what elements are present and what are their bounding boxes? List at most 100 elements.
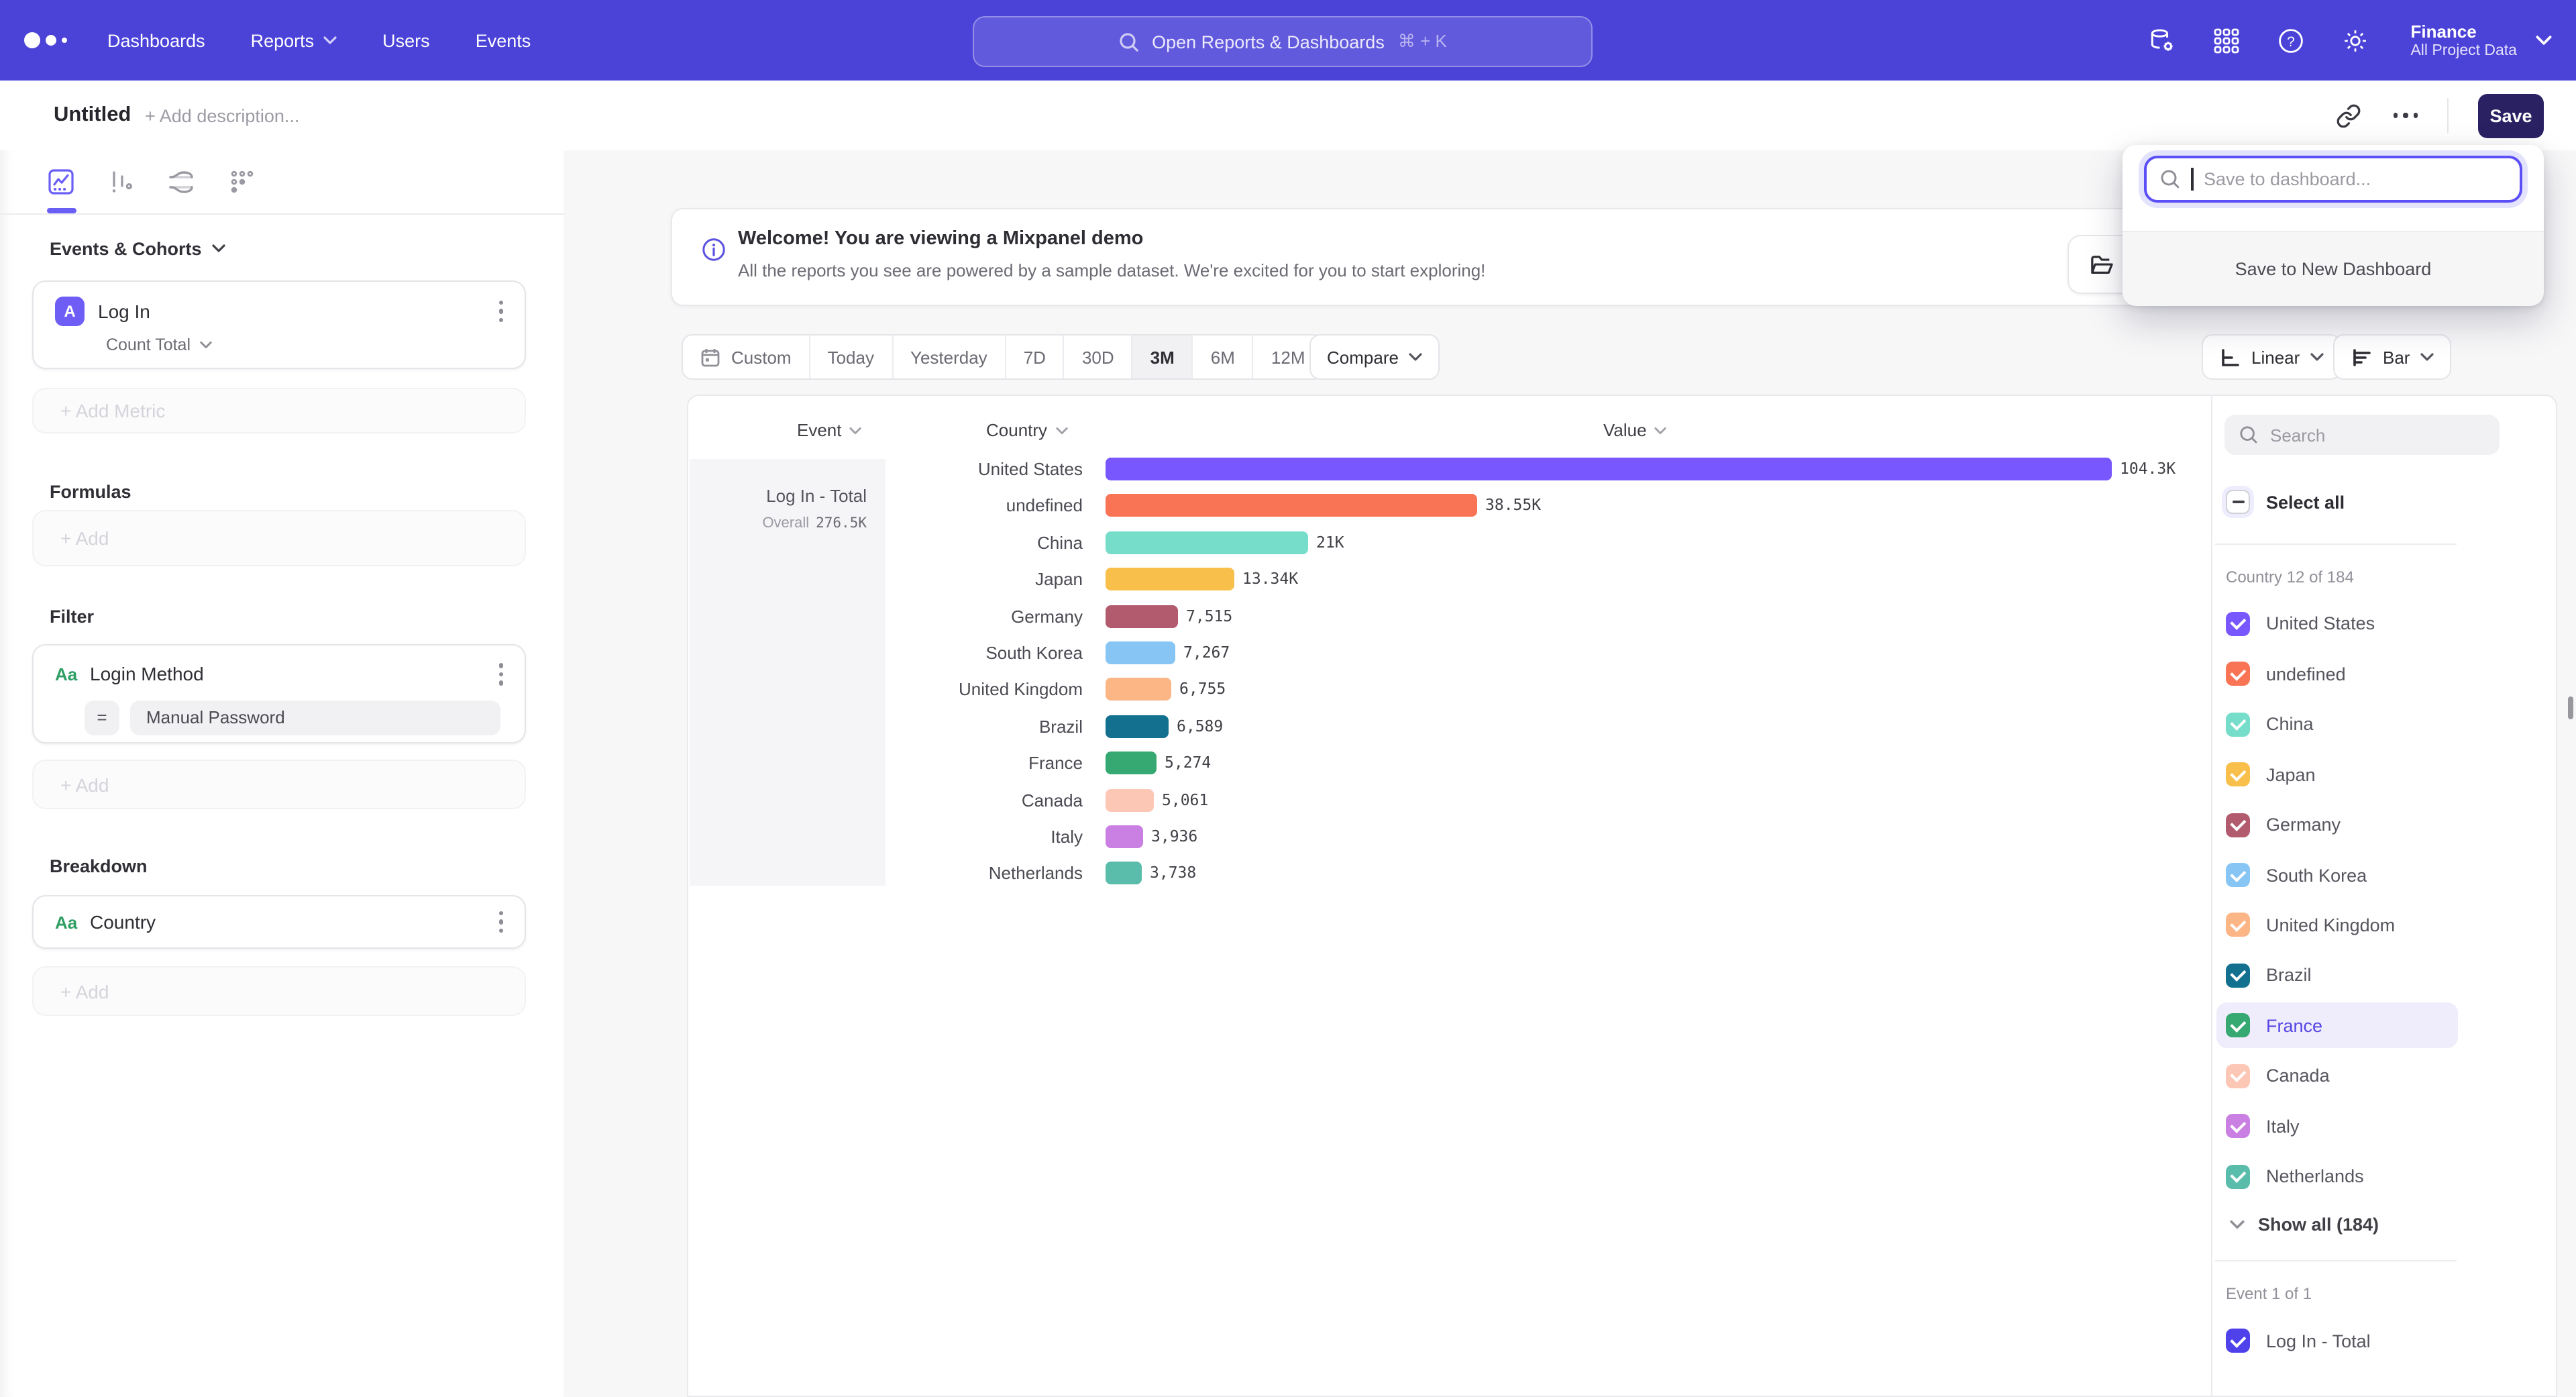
breakdown-item-log-in-total[interactable]: Log In - Total xyxy=(2216,1318,2458,1363)
divider xyxy=(2215,1260,2457,1261)
checkbox-checked[interactable] xyxy=(2226,611,2250,635)
copy-link-button[interactable] xyxy=(2334,101,2363,130)
save-to-new-dashboard-option[interactable]: Save to New Dashboard xyxy=(2123,231,2544,306)
chart-toolbar: CustomTodayYesterday7D30D3M6M12M Compare… xyxy=(0,334,2576,380)
breakdown-item-canada[interactable]: Canada xyxy=(2216,1053,2458,1099)
range-30d[interactable]: 30D xyxy=(1065,335,1133,378)
breakdown-item-china[interactable]: China xyxy=(2216,701,2458,747)
save-button[interactable]: Save xyxy=(2478,93,2544,138)
breakdown-item-brazil[interactable]: Brazil xyxy=(2216,953,2458,998)
global-search-button[interactable]: Open Reports & Dashboards ⌘ + K xyxy=(973,16,1593,67)
breakdown-item-undefined[interactable]: undefined xyxy=(2216,651,2458,696)
checkbox-checked[interactable] xyxy=(2226,1115,2250,1139)
mixpanel-logo[interactable] xyxy=(24,32,78,48)
add-formula-button[interactable]: + Add xyxy=(32,510,526,566)
bar-segment[interactable] xyxy=(1106,531,1308,554)
bar-category-label: Italy xyxy=(688,819,1083,856)
checkbox-checked[interactable] xyxy=(2226,813,2250,837)
events-cohorts-header[interactable]: Events & Cohorts xyxy=(50,236,226,260)
scrollbar-thumb[interactable] xyxy=(2568,696,2573,719)
insights-tab-icon[interactable] xyxy=(42,162,79,202)
bar-segment[interactable] xyxy=(1106,495,1477,517)
range-yesterday[interactable]: Yesterday xyxy=(893,335,1006,378)
page-title[interactable]: Untitled xyxy=(54,103,131,127)
global-search-placeholder: Open Reports & Dashboards xyxy=(1152,32,1385,52)
kebab-menu-icon[interactable] xyxy=(496,298,506,325)
checkbox-checked[interactable] xyxy=(2226,762,2250,786)
bar-chart: United States104.3Kundefined38.55KChina2… xyxy=(688,451,2211,907)
column-header-event[interactable]: Event xyxy=(797,420,862,440)
filter-property-name[interactable]: Login Method xyxy=(90,664,204,685)
column-header-value[interactable]: Value xyxy=(1603,420,1667,440)
filter-card[interactable]: Aa Login Method = Manual Password xyxy=(32,644,526,743)
range-today[interactable]: Today xyxy=(810,335,893,378)
show-all-button[interactable]: Show all (184) xyxy=(2212,1201,2481,1247)
save-dashboard-search-input[interactable]: Save to dashboard... xyxy=(2144,156,2522,203)
filter-operator[interactable]: = xyxy=(85,700,119,735)
checkbox-checked[interactable] xyxy=(2226,662,2250,686)
settings-gear-icon[interactable] xyxy=(2341,25,2370,55)
breakdown-item-netherlands[interactable]: Netherlands xyxy=(2216,1154,2458,1200)
add-filter-button[interactable]: + Add xyxy=(32,760,526,809)
breakdown-item-united-states[interactable]: United States xyxy=(2216,601,2458,646)
add-description-placeholder[interactable]: + Add description... xyxy=(145,106,299,126)
breakdown-card[interactable]: Aa Country xyxy=(32,895,526,949)
bar-segment[interactable] xyxy=(1106,641,1175,664)
project-switcher[interactable]: Finance All Project Data xyxy=(2410,21,2552,60)
bar-segment[interactable] xyxy=(1106,715,1169,738)
range-7d[interactable]: 7D xyxy=(1006,335,1065,378)
bar-segment[interactable] xyxy=(1106,788,1154,811)
bar-segment[interactable] xyxy=(1106,568,1234,590)
bar-segment[interactable] xyxy=(1106,605,1178,627)
compare-button[interactable]: Compare xyxy=(1309,334,1440,380)
breakdown-item-italy[interactable]: Italy xyxy=(2216,1104,2458,1149)
bar-segment[interactable] xyxy=(1106,862,1142,885)
kebab-menu-icon[interactable] xyxy=(496,660,506,688)
checkbox-checked[interactable] xyxy=(2226,1329,2250,1353)
breakdown-item-germany[interactable]: Germany xyxy=(2216,802,2458,847)
breakdown-item-france[interactable]: France xyxy=(2216,1003,2458,1049)
retention-tab-icon[interactable] xyxy=(223,162,260,202)
nav-users[interactable]: Users xyxy=(382,30,430,50)
scale-selector-button[interactable]: Linear xyxy=(2202,334,2341,380)
panel-search-input[interactable]: Search xyxy=(2224,415,2500,455)
metric-name[interactable]: Log In xyxy=(98,301,150,322)
select-all-row[interactable]: Select all xyxy=(2226,490,2345,514)
column-header-country[interactable]: Country xyxy=(986,420,1067,440)
range-custom[interactable]: Custom xyxy=(683,335,810,378)
checkbox-indeterminate[interactable] xyxy=(2226,490,2250,514)
nav-dashboards[interactable]: Dashboards xyxy=(107,30,205,50)
kebab-menu-icon[interactable] xyxy=(496,909,506,936)
data-settings-icon[interactable] xyxy=(2147,25,2177,55)
apps-grid-icon[interactable] xyxy=(2212,25,2241,55)
nav-reports[interactable]: Reports xyxy=(251,30,337,50)
checkbox-checked[interactable] xyxy=(2226,913,2250,937)
funnels-tab-icon[interactable] xyxy=(102,162,140,202)
nav-events[interactable]: Events xyxy=(476,30,531,50)
bar-segment[interactable] xyxy=(1106,458,2112,480)
checkbox-checked[interactable] xyxy=(2226,964,2250,988)
breakdown-item-south-korea[interactable]: South Korea xyxy=(2216,852,2458,898)
breakdown-property-name[interactable]: Country xyxy=(90,911,156,933)
bar-segment[interactable] xyxy=(1106,825,1143,848)
bar-segment[interactable] xyxy=(1106,752,1157,774)
breakdown-item-japan[interactable]: Japan xyxy=(2216,752,2458,797)
range-3m[interactable]: 3M xyxy=(1133,335,1193,378)
add-breakdown-button[interactable]: + Add xyxy=(32,966,526,1016)
flows-tab-icon[interactable] xyxy=(162,162,200,202)
breakdown-item-united-kingdom[interactable]: United Kingdom xyxy=(2216,902,2458,948)
range-6m[interactable]: 6M xyxy=(1193,335,1254,378)
bar-value-label: 6,589 xyxy=(1177,709,1223,745)
chart-row-united-states: United States104.3K xyxy=(688,451,2211,488)
help-icon[interactable]: ? xyxy=(2276,25,2306,55)
checkbox-checked[interactable] xyxy=(2226,712,2250,736)
bar-segment[interactable] xyxy=(1106,678,1171,701)
chart-type-button[interactable]: Bar xyxy=(2333,334,2451,380)
filter-value[interactable]: Manual Password xyxy=(130,700,500,735)
add-metric-button[interactable]: + Add Metric xyxy=(32,388,526,433)
checkbox-checked[interactable] xyxy=(2226,1165,2250,1189)
checkbox-checked[interactable] xyxy=(2226,863,2250,887)
checkbox-checked[interactable] xyxy=(2226,1064,2250,1088)
checkbox-checked[interactable] xyxy=(2226,1014,2250,1038)
more-button[interactable] xyxy=(2393,113,2418,118)
